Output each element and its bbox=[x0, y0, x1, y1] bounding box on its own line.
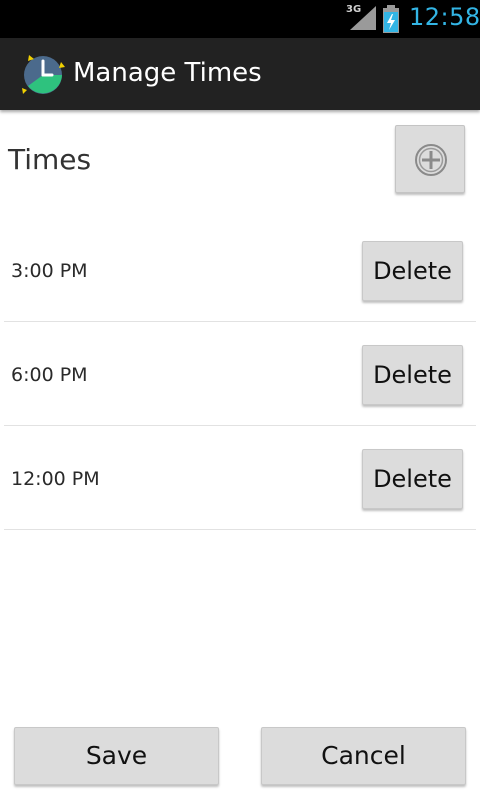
time-value: 6:00 PM bbox=[11, 364, 88, 386]
signal-icon bbox=[350, 6, 376, 30]
time-row: 12:00 PM Delete bbox=[4, 426, 476, 530]
times-list: 3:00 PM Delete 6:00 PM Delete 12:00 PM D… bbox=[0, 218, 480, 530]
clock-pie-app-icon[interactable] bbox=[20, 52, 66, 96]
times-heading: Times bbox=[8, 143, 92, 176]
add-time-button[interactable] bbox=[395, 125, 465, 193]
time-row: 3:00 PM Delete bbox=[4, 218, 476, 322]
battery-charging-icon bbox=[383, 5, 399, 33]
time-value: 3:00 PM bbox=[11, 260, 88, 282]
save-button[interactable]: Save bbox=[14, 727, 219, 785]
delete-time-button[interactable]: Delete bbox=[362, 241, 463, 301]
action-bar-title: Manage Times bbox=[73, 58, 262, 88]
delete-time-button[interactable]: Delete bbox=[362, 449, 463, 509]
time-value: 12:00 PM bbox=[11, 468, 100, 490]
action-bar: Manage Times bbox=[0, 38, 480, 110]
status-bar: 3G 12:58 bbox=[0, 0, 480, 38]
cancel-button[interactable]: Cancel bbox=[261, 727, 466, 785]
status-clock: 12:58 bbox=[409, 3, 480, 31]
manage-times-screen: 3G 12:58 Manage Times Times 3:00 PM Dele… bbox=[0, 0, 480, 800]
time-row: 6:00 PM Delete bbox=[4, 322, 476, 426]
delete-time-button[interactable]: Delete bbox=[362, 345, 463, 405]
plus-circle-icon bbox=[415, 144, 447, 176]
